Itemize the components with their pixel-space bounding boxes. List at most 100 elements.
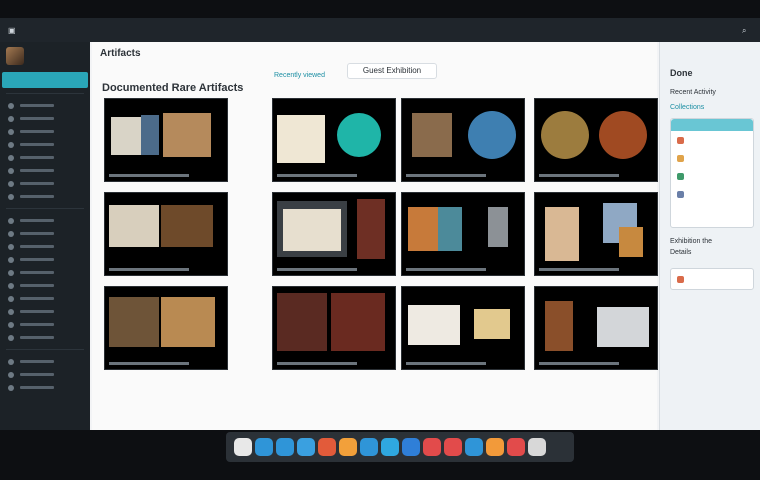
sidebar-item-label	[20, 130, 54, 133]
sidebar-item[interactable]	[0, 190, 90, 203]
list-icon	[8, 256, 14, 263]
activity-row[interactable]	[671, 167, 753, 185]
artifact-card[interactable]	[534, 98, 658, 182]
sidebar-item[interactable]	[0, 318, 90, 331]
activity-card	[670, 118, 754, 228]
list-icon	[8, 321, 14, 328]
file-icon	[677, 275, 684, 283]
chat-icon[interactable]	[276, 438, 294, 456]
sidebar-item-label	[20, 336, 54, 339]
activity-row[interactable]	[671, 131, 753, 149]
help-icon	[8, 371, 14, 378]
share-icon	[8, 193, 14, 200]
artifact-thumbnail	[357, 199, 385, 259]
panel-section-subtitle: Details	[670, 249, 692, 256]
artifact-card[interactable]	[104, 192, 228, 276]
sidebar-item[interactable]	[0, 331, 90, 344]
browser-icon[interactable]	[297, 438, 315, 456]
artifact-thumbnail	[408, 305, 460, 345]
artifact-card[interactable]	[272, 98, 396, 182]
camera-icon[interactable]	[507, 438, 525, 456]
artifact-thumbnail	[408, 207, 438, 251]
artifact-card[interactable]	[401, 192, 525, 276]
panel-subtitle-2[interactable]: Collections	[670, 104, 704, 111]
sidebar-item[interactable]	[0, 292, 90, 305]
search-icon[interactable]: ⌕	[742, 26, 746, 36]
artifact-card[interactable]	[272, 286, 396, 370]
sidebar-item[interactable]	[0, 266, 90, 279]
artifact-thumbnail	[545, 207, 579, 261]
sidebar-item[interactable]	[0, 99, 90, 112]
sidebar-item[interactable]	[0, 151, 90, 164]
tab-exhibition[interactable]: Guest Exhibition	[347, 63, 437, 79]
artifact-thumbnail	[545, 301, 573, 351]
activity-row[interactable]	[671, 149, 753, 167]
sidebar-item[interactable]	[0, 253, 90, 266]
calendar-icon[interactable]	[360, 438, 378, 456]
artifact-thumbnail	[468, 111, 516, 159]
sidebar-item[interactable]	[0, 368, 90, 381]
sidebar-item[interactable]	[0, 279, 90, 292]
mail-icon[interactable]	[255, 438, 273, 456]
folder-icon[interactable]	[234, 438, 252, 456]
sidebar-item[interactable]	[0, 355, 90, 368]
artifact-caption	[539, 362, 619, 365]
artifact-card[interactable]	[534, 286, 658, 370]
sidebar-item[interactable]	[0, 125, 90, 138]
sidebar-item[interactable]	[0, 164, 90, 177]
sidebar-item[interactable]	[0, 381, 90, 394]
help-icon[interactable]	[465, 438, 483, 456]
activity-card-header	[671, 119, 753, 131]
logout-icon	[8, 384, 14, 391]
sidebar-item[interactable]	[0, 177, 90, 190]
artifact-thumbnail	[488, 207, 508, 247]
sidebar-profile[interactable]	[0, 42, 90, 70]
sidebar-divider	[6, 93, 84, 94]
artifact-card[interactable]	[534, 192, 658, 276]
sidebar-item-label	[20, 284, 54, 287]
sidebar-item-label	[20, 323, 54, 326]
list-icon	[8, 230, 14, 237]
recently-viewed-link[interactable]: Recently viewed	[274, 72, 325, 79]
list-icon	[8, 269, 14, 276]
artifact-thumbnail	[109, 297, 159, 347]
sidebar-item-label	[20, 156, 54, 159]
screen: ▣ ⌕ Artifacts Guest Exhibition Recently …	[0, 18, 760, 430]
sidebar-item[interactable]	[0, 138, 90, 151]
sidebar-item-label	[20, 386, 54, 389]
music-icon[interactable]	[423, 438, 441, 456]
notes-icon[interactable]	[318, 438, 336, 456]
files-icon[interactable]	[339, 438, 357, 456]
artifact-thumbnail	[412, 113, 452, 157]
sidebar-item[interactable]	[0, 305, 90, 318]
sidebar-item-active[interactable]	[2, 72, 88, 88]
search-icon[interactable]	[528, 438, 546, 456]
artifact-thumbnail	[597, 307, 649, 347]
sidebar-item[interactable]	[0, 214, 90, 227]
sidebar-item-label	[20, 297, 54, 300]
artifact-thumbnail	[619, 227, 643, 257]
store-icon[interactable]	[444, 438, 462, 456]
video-icon[interactable]	[486, 438, 504, 456]
photos-icon[interactable]	[402, 438, 420, 456]
artifact-card[interactable]	[401, 98, 525, 182]
sidebar-item[interactable]	[0, 240, 90, 253]
settings-icon[interactable]	[381, 438, 399, 456]
artifact-thumbnail	[163, 113, 211, 157]
artifact-card[interactable]	[401, 286, 525, 370]
artifact-caption	[277, 268, 357, 271]
artifact-card[interactable]	[104, 98, 228, 182]
sidebar-item[interactable]	[0, 227, 90, 240]
list-icon	[8, 282, 14, 289]
artifact-thumbnail	[599, 111, 647, 159]
sidebar-item[interactable]	[0, 112, 90, 125]
artifact-caption	[406, 174, 486, 177]
activity-row[interactable]	[671, 185, 753, 203]
topbar-app-icon[interactable]: ▣	[8, 26, 16, 35]
artifact-card[interactable]	[272, 192, 396, 276]
artifact-thumbnail	[438, 207, 462, 251]
exhibition-card[interactable]	[670, 268, 754, 290]
artifact-card[interactable]	[104, 286, 228, 370]
sidebar-item-label	[20, 245, 54, 248]
file-icon	[677, 154, 684, 162]
